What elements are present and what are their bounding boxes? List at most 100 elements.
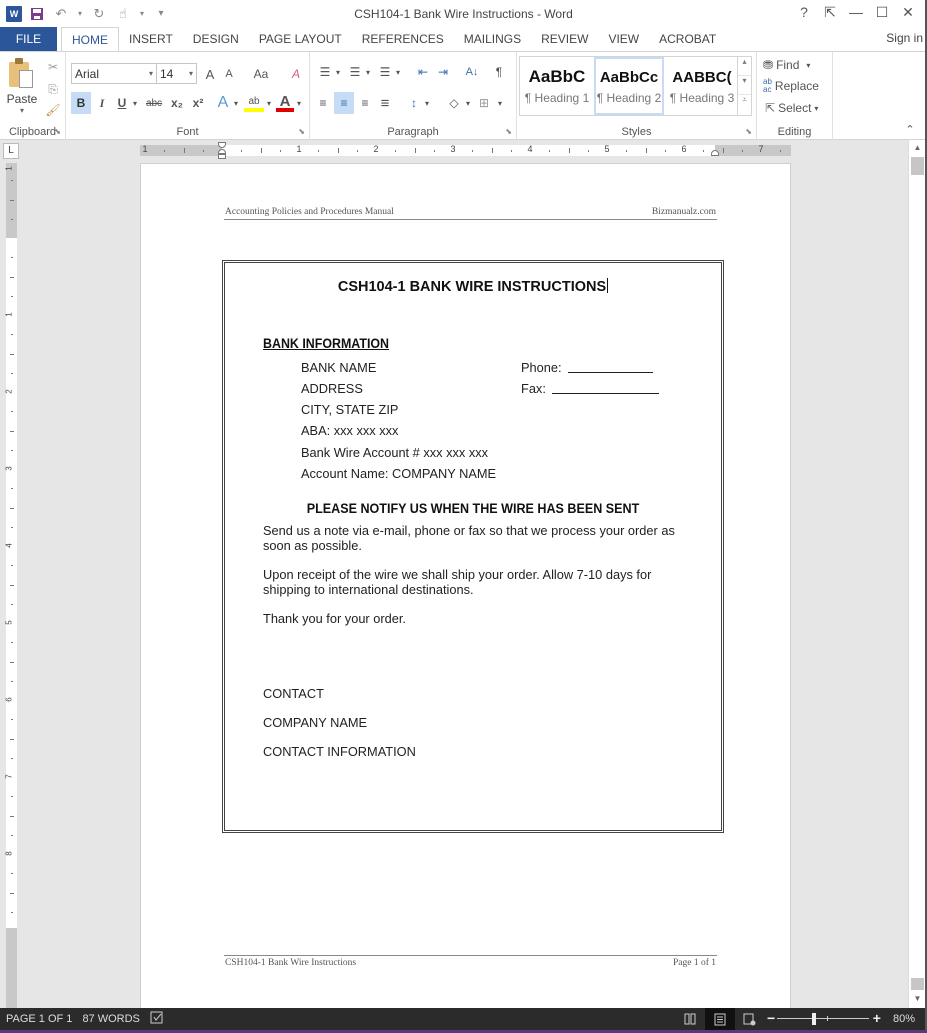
- cut-icon[interactable]: ✂: [44, 58, 62, 76]
- zoom-slider-knob[interactable]: [811, 1013, 816, 1025]
- highlight-button[interactable]: ab: [244, 94, 264, 112]
- align-right-button[interactable]: ≡: [356, 92, 374, 114]
- text-effects-dropdown-icon[interactable]: ▾: [232, 92, 240, 114]
- word-count[interactable]: 87 WORDS: [82, 1013, 139, 1025]
- undo-icon[interactable]: ↶: [52, 5, 70, 23]
- underline-button[interactable]: U: [113, 92, 131, 114]
- line-spacing-button[interactable]: ↕: [405, 92, 423, 114]
- document-title[interactable]: CSH104-1 BANK WIRE INSTRUCTIONS: [225, 278, 721, 295]
- superscript-button[interactable]: x²: [188, 92, 208, 114]
- styles-scroll-down-icon[interactable]: ▾: [738, 76, 751, 95]
- horizontal-ruler[interactable]: 1 1 2 3 4 5 6 7: [140, 144, 791, 156]
- font-launcher-icon[interactable]: ⬊: [298, 127, 305, 136]
- scroll-up-arrow-icon[interactable]: ▲: [909, 140, 926, 156]
- zoom-out-button[interactable]: −: [767, 1010, 775, 1026]
- tab-view[interactable]: VIEW: [598, 27, 649, 51]
- align-center-button[interactable]: ≡: [334, 92, 354, 114]
- styles-launcher-icon[interactable]: ⬊: [745, 127, 752, 136]
- justify-button[interactable]: ≡: [376, 92, 394, 114]
- subscript-button[interactable]: x₂: [167, 92, 187, 114]
- decrease-indent-button[interactable]: ⇤: [414, 62, 432, 82]
- close-icon[interactable]: ✕: [895, 4, 921, 21]
- touch-dropdown-icon[interactable]: ▾: [138, 5, 146, 23]
- increase-indent-button[interactable]: ⇥: [434, 62, 452, 82]
- maximize-icon[interactable]: ☐: [869, 4, 895, 21]
- sort-button[interactable]: A↓: [462, 62, 482, 82]
- tab-selector[interactable]: L: [3, 143, 19, 159]
- line-spacing-dropdown-icon[interactable]: ▾: [423, 92, 431, 114]
- paste-button[interactable]: Paste ▾: [2, 54, 42, 120]
- help-icon[interactable]: ?: [791, 4, 817, 21]
- tab-review[interactable]: REVIEW: [531, 27, 598, 51]
- zoom-in-button[interactable]: +: [873, 1010, 881, 1026]
- sign-in-link[interactable]: Sign in: [886, 31, 923, 45]
- bullets-dropdown-icon[interactable]: ▾: [334, 62, 342, 82]
- shading-button[interactable]: ◇: [444, 92, 464, 114]
- font-size-combo[interactable]: 14 ▾: [156, 63, 197, 84]
- shrink-font-button[interactable]: A: [221, 64, 237, 84]
- save-icon[interactable]: [28, 5, 46, 23]
- redo-icon[interactable]: ↻: [90, 5, 108, 23]
- scrollbar-lower-track[interactable]: [911, 978, 924, 990]
- tab-design[interactable]: DESIGN: [183, 27, 249, 51]
- clipboard-launcher-icon[interactable]: ⬊: [54, 127, 61, 136]
- text-effects-button[interactable]: A: [214, 92, 232, 114]
- tab-insert[interactable]: INSERT: [119, 27, 183, 51]
- right-indent-marker[interactable]: [711, 150, 719, 156]
- multilevel-list-button[interactable]: ☰: [376, 62, 394, 82]
- styles-more-icon[interactable]: ⩡: [738, 95, 751, 114]
- document-page[interactable]: Accounting Policies and Procedures Manua…: [140, 163, 791, 1008]
- style-heading-2[interactable]: AaBbCc ¶ Heading 2: [594, 57, 664, 115]
- print-layout-icon[interactable]: [704, 1008, 735, 1030]
- multilevel-dropdown-icon[interactable]: ▾: [394, 62, 402, 82]
- shading-dropdown-icon[interactable]: ▾: [464, 92, 472, 114]
- underline-dropdown-icon[interactable]: ▾: [131, 92, 139, 114]
- customize-qat-icon[interactable]: ▾: [152, 5, 170, 23]
- page-footer[interactable]: CSH104-1 Bank Wire Instructions Page 1 o…: [224, 955, 717, 969]
- left-indent-marker[interactable]: [218, 154, 226, 159]
- tab-references[interactable]: REFERENCES: [352, 27, 454, 51]
- style-heading-1[interactable]: AaBbC ¶ Heading 1: [521, 57, 593, 115]
- vertical-scrollbar[interactable]: ▲ ▼: [908, 140, 925, 1008]
- paragraph-launcher-icon[interactable]: ⬊: [505, 127, 512, 136]
- font-color-button[interactable]: A: [276, 93, 294, 112]
- tab-acrobat[interactable]: ACROBAT: [649, 27, 726, 51]
- numbering-dropdown-icon[interactable]: ▾: [364, 62, 372, 82]
- styles-scroll-up-icon[interactable]: ▴: [738, 57, 751, 76]
- tab-file[interactable]: FILE: [0, 27, 57, 51]
- copy-icon[interactable]: ⎘: [44, 80, 62, 98]
- zoom-level[interactable]: 80%: [893, 1013, 915, 1025]
- show-formatting-marks-button[interactable]: ¶: [490, 62, 508, 82]
- numbering-button[interactable]: ☰: [346, 62, 364, 82]
- touch-mode-icon[interactable]: ☝: [114, 5, 132, 23]
- ribbon-display-options-icon[interactable]: ⇱: [817, 4, 843, 21]
- style-heading-3[interactable]: AABBC( ¶ Heading 3: [666, 57, 738, 115]
- word-app-icon[interactable]: W: [6, 5, 22, 22]
- change-case-button[interactable]: Aa: [248, 64, 274, 84]
- align-left-button[interactable]: ≡: [314, 92, 332, 114]
- undo-dropdown-icon[interactable]: ▾: [76, 5, 84, 23]
- strikethrough-button[interactable]: abc: [142, 92, 166, 114]
- scroll-down-arrow-icon[interactable]: ▼: [909, 991, 926, 1007]
- select-button[interactable]: ⇱ Select ▾: [765, 98, 818, 118]
- bullets-button[interactable]: ☰: [316, 62, 334, 82]
- clear-formatting-button[interactable]: A: [288, 64, 304, 84]
- proofing-icon[interactable]: [150, 1011, 164, 1027]
- bold-button[interactable]: B: [71, 92, 91, 114]
- format-painter-icon[interactable]: 🖌: [44, 101, 62, 119]
- read-mode-icon[interactable]: [675, 1008, 705, 1030]
- replace-button[interactable]: ab ac Replace: [763, 76, 819, 96]
- find-button[interactable]: ⛃ Find ▾: [763, 55, 810, 75]
- vertical-ruler[interactable]: 1 1 2 3 4 5 6 7 8: [5, 163, 17, 1008]
- page-header[interactable]: Accounting Policies and Procedures Manua…: [224, 207, 717, 220]
- highlight-dropdown-icon[interactable]: ▾: [265, 92, 273, 114]
- collapse-ribbon-icon[interactable]: ⌃: [903, 122, 917, 136]
- tab-home[interactable]: HOME: [61, 27, 119, 51]
- web-layout-icon[interactable]: [735, 1008, 765, 1030]
- italic-button[interactable]: I: [93, 92, 111, 114]
- grow-font-button[interactable]: A: [202, 64, 218, 84]
- minimize-icon[interactable]: —: [843, 4, 869, 21]
- page-count[interactable]: PAGE 1 OF 1: [6, 1013, 72, 1025]
- tab-page-layout[interactable]: PAGE LAYOUT: [249, 27, 352, 51]
- scrollbar-thumb[interactable]: [911, 157, 924, 175]
